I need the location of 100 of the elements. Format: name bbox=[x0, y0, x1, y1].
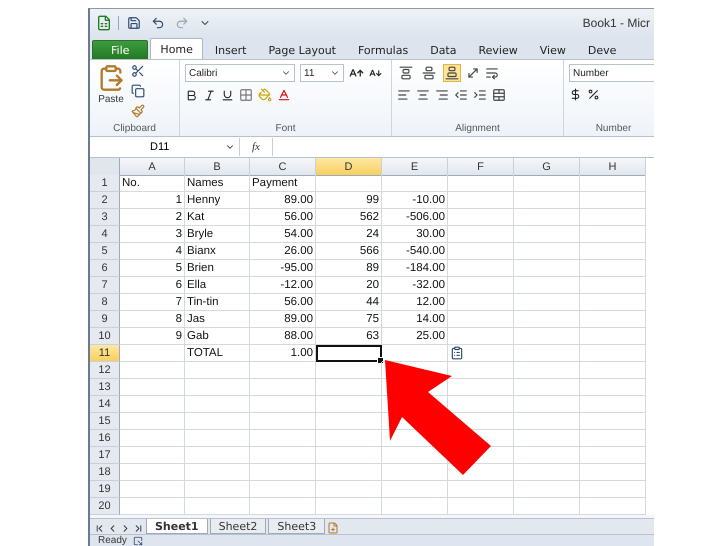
column-header[interactable]: A bbox=[120, 158, 185, 176]
row-header[interactable]: 5 bbox=[90, 243, 120, 260]
column-header[interactable]: D bbox=[316, 158, 382, 176]
group-label: Number bbox=[594, 122, 632, 136]
font-size-field[interactable]: 11 bbox=[300, 64, 344, 82]
row-header[interactable]: 3 bbox=[90, 209, 120, 226]
save-icon bbox=[127, 16, 141, 30]
row-header[interactable]: 17 bbox=[90, 447, 120, 464]
cell-text: Payment bbox=[252, 177, 298, 189]
italic-icon bbox=[203, 88, 216, 102]
cell-text: -32.00 bbox=[412, 279, 445, 291]
row-header[interactable]: 10 bbox=[90, 328, 120, 345]
row-header[interactable]: 7 bbox=[90, 277, 120, 294]
sheet-tab[interactable]: Sheet3 bbox=[268, 519, 326, 534]
ribbon-tab[interactable]: Deve bbox=[578, 40, 626, 59]
fill-handle[interactable] bbox=[377, 357, 384, 364]
orientation-icon bbox=[466, 66, 480, 80]
group-label: Alignment bbox=[454, 122, 501, 136]
align-center-icon bbox=[416, 88, 430, 102]
row-header[interactable]: 11 bbox=[90, 345, 120, 362]
column-header[interactable]: G bbox=[514, 158, 580, 176]
vertical-align-button[interactable] bbox=[443, 64, 461, 82]
row-header[interactable]: 13 bbox=[90, 379, 120, 396]
table-cell bbox=[580, 311, 646, 328]
table-cell bbox=[580, 396, 646, 413]
cell-text: 56.00 bbox=[284, 296, 313, 308]
ribbon-tab[interactable]: Home bbox=[150, 38, 203, 59]
font-name-field[interactable]: Calibri bbox=[185, 64, 295, 82]
column-header[interactable]: E bbox=[382, 158, 448, 176]
ribbon-tab[interactable]: Page Layout bbox=[258, 40, 346, 59]
ribbon-tab[interactable]: Formulas bbox=[348, 40, 418, 59]
table-cell bbox=[185, 498, 250, 515]
row-header[interactable]: 14 bbox=[90, 396, 120, 413]
cell-text: Henny bbox=[187, 194, 220, 206]
row-header[interactable]: 1 bbox=[90, 175, 120, 192]
table-cell bbox=[514, 209, 580, 226]
save-button[interactable] bbox=[125, 14, 143, 32]
row-header[interactable]: 8 bbox=[90, 294, 120, 311]
vertical-align-button[interactable] bbox=[420, 64, 438, 82]
table-cell bbox=[514, 498, 580, 515]
row-header[interactable]: 9 bbox=[90, 311, 120, 328]
cell-text: 25.00 bbox=[416, 330, 445, 342]
cell-text: Kat bbox=[187, 211, 204, 223]
align-right-icon bbox=[435, 88, 449, 102]
fill-color-icon bbox=[258, 88, 272, 102]
row-header[interactable]: 12 bbox=[90, 362, 120, 379]
app-logo-icon bbox=[96, 15, 112, 31]
name-box[interactable]: D11 bbox=[90, 138, 240, 156]
cell-text: 20 bbox=[366, 279, 379, 291]
column-header[interactable]: H bbox=[580, 158, 646, 176]
row-header[interactable]: 19 bbox=[90, 481, 120, 498]
redo-icon bbox=[175, 16, 189, 30]
table-cell bbox=[448, 481, 514, 498]
cell-text: 2 bbox=[176, 211, 182, 223]
table-cell bbox=[514, 413, 580, 430]
cell-text: 8 bbox=[176, 313, 182, 325]
ribbon-tab[interactable]: View bbox=[530, 40, 576, 59]
table-cell bbox=[514, 294, 580, 311]
column-header[interactable]: B bbox=[185, 158, 250, 176]
table-cell bbox=[120, 430, 185, 447]
column-header[interactable]: C bbox=[250, 158, 316, 176]
table-cell bbox=[120, 379, 185, 396]
table-cell bbox=[514, 243, 580, 260]
vertical-align-button[interactable] bbox=[397, 64, 415, 82]
table-cell bbox=[250, 413, 316, 430]
cell-text: 562 bbox=[360, 211, 379, 223]
ribbon-tab[interactable]: Insert bbox=[204, 40, 256, 59]
undo-icon bbox=[151, 16, 165, 30]
column-header[interactable]: F bbox=[448, 158, 514, 176]
align-icon bbox=[445, 66, 459, 80]
table-cell bbox=[316, 379, 382, 396]
row-header[interactable]: 20 bbox=[90, 498, 120, 515]
sheet-tab[interactable]: Sheet2 bbox=[210, 519, 266, 534]
cell-text: 5 bbox=[176, 262, 182, 274]
row-header[interactable]: 16 bbox=[90, 430, 120, 447]
table-cell bbox=[514, 430, 580, 447]
cell-text: 6 bbox=[176, 279, 182, 291]
table-cell bbox=[580, 498, 646, 515]
paste-options-icon[interactable] bbox=[450, 346, 464, 360]
row-header[interactable]: 2 bbox=[90, 192, 120, 209]
table-cell bbox=[580, 430, 646, 447]
table-cell bbox=[316, 481, 382, 498]
cell-text: Names bbox=[187, 177, 224, 189]
table-cell bbox=[580, 379, 646, 396]
cell-text: 12.00 bbox=[416, 296, 445, 308]
window-title: Book1 - Micr bbox=[582, 16, 650, 30]
number-format-field[interactable]: Number bbox=[569, 64, 654, 82]
row-header[interactable]: 18 bbox=[90, 464, 120, 481]
sheet-tab[interactable]: Sheet1 bbox=[146, 519, 208, 534]
row-header[interactable]: 15 bbox=[90, 413, 120, 430]
row-header[interactable]: 4 bbox=[90, 226, 120, 243]
ribbon-tab[interactable]: Review bbox=[468, 40, 528, 59]
paste-button[interactable]: Paste bbox=[95, 64, 127, 122]
ribbon-tab[interactable]: Data bbox=[420, 40, 466, 59]
table-cell bbox=[580, 481, 646, 498]
cell-text: -506.00 bbox=[406, 211, 445, 223]
row-header[interactable]: 6 bbox=[90, 260, 120, 277]
function-label[interactable]: fx bbox=[246, 141, 266, 153]
table-cell bbox=[514, 260, 580, 277]
file-tab[interactable]: File bbox=[92, 40, 148, 59]
